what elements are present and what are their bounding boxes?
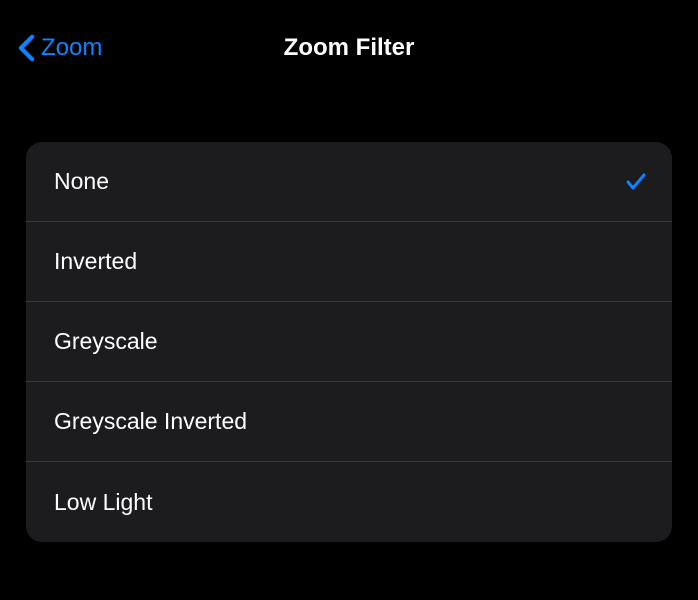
option-label: Inverted: [54, 248, 137, 275]
option-greyscale-inverted[interactable]: Greyscale Inverted: [26, 382, 672, 462]
option-label: Greyscale: [54, 328, 158, 355]
back-button[interactable]: Zoom: [18, 34, 102, 62]
page-title: Zoom Filter: [284, 34, 415, 62]
nav-bar: Zoom Zoom Filter: [0, 0, 698, 72]
chevron-left-icon: [18, 34, 35, 62]
option-inverted[interactable]: Inverted: [26, 222, 672, 302]
option-none[interactable]: None: [26, 142, 672, 222]
options-list: None Inverted Greyscale Greyscale Invert…: [26, 142, 672, 542]
option-label: Low Light: [54, 489, 152, 516]
option-label: Greyscale Inverted: [54, 408, 247, 435]
checkmark-icon: [624, 170, 648, 194]
back-label: Zoom: [41, 34, 102, 62]
option-greyscale[interactable]: Greyscale: [26, 302, 672, 382]
option-label: None: [54, 168, 109, 195]
option-low-light[interactable]: Low Light: [26, 462, 672, 542]
